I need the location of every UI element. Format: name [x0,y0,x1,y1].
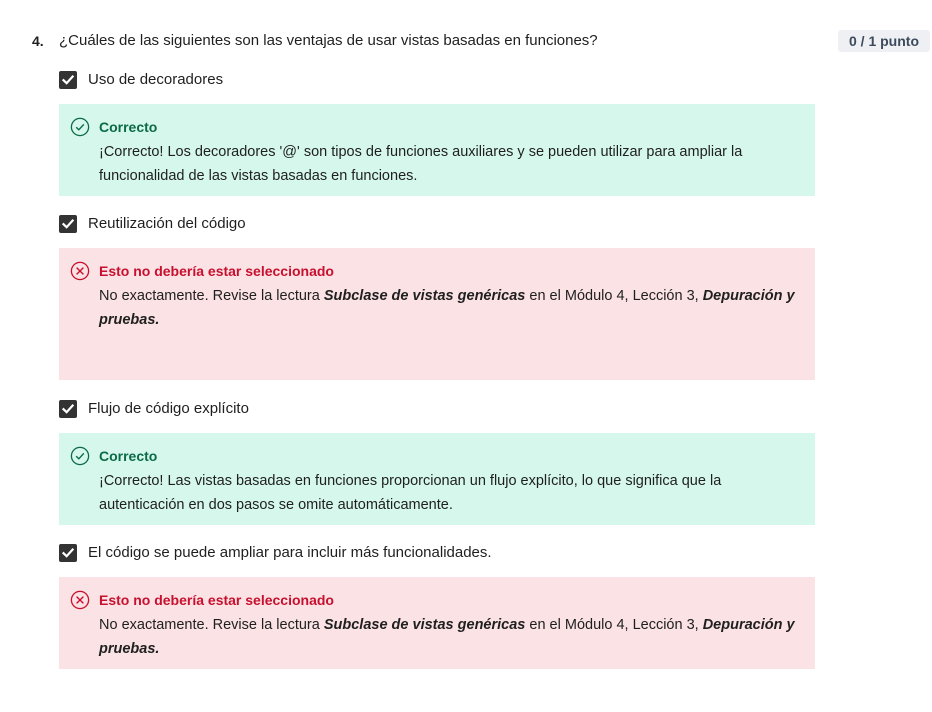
feedback-correct: Correcto ¡Correcto! Las vistas basadas e… [59,433,815,525]
feedback-title: Esto no debería estar seleccionado [99,592,334,608]
check-circle-icon [70,117,90,137]
checkbox[interactable] [59,400,77,418]
option-codigo-ampliable[interactable]: El código se puede ampliar para incluir … [59,543,492,563]
feedback-text: No exactamente. Revise la lectura Subcla… [99,288,795,328]
lecture-link-text: Subclase de vistas genéricas [323,617,526,633]
lecture-link-text: Subclase de vistas genéricas [323,288,526,304]
option-label: Flujo de código explícito [88,400,249,417]
x-circle-icon [70,261,90,281]
feedback-text: No exactamente. Revise la lectura Subcla… [99,617,795,657]
feedback-title: Esto no debería estar seleccionado [99,263,334,279]
option-flujo-de-codigo-explicito[interactable]: Flujo de código explícito [59,399,249,419]
feedback-title: Correcto [99,119,158,135]
feedback-text: ¡Correcto! Los decoradores '@' son tipos… [99,144,743,184]
option-uso-de-decoradores[interactable]: Uso de decoradores [59,70,223,90]
check-circle-icon [70,446,90,466]
option-reutilizacion-del-codigo[interactable]: Reutilización del código [59,214,246,234]
feedback-correct: Correcto ¡Correcto! Los decoradores '@' … [59,104,815,196]
checkmark-icon [61,75,75,85]
checkbox[interactable] [59,71,77,89]
checkmark-icon [61,548,75,558]
score-badge: 0 / 1 punto [838,30,930,52]
checkmark-icon [61,219,75,229]
option-label: Reutilización del código [88,215,246,232]
checkmark-icon [61,404,75,414]
checkbox[interactable] [59,215,77,233]
feedback-incorrect: Esto no debería estar seleccionado No ex… [59,577,815,669]
feedback-incorrect: Esto no debería estar seleccionado No ex… [59,248,815,380]
option-label: Uso de decoradores [88,71,224,88]
x-circle-icon [70,590,90,610]
question-text: ¿Cuáles de las siguientes son las ventaj… [59,32,598,49]
feedback-title: Correcto [99,448,158,464]
quiz-question: 4. ¿Cuáles de las siguientes son las ven… [0,0,932,712]
feedback-text: ¡Correcto! Las vistas basadas en funcion… [99,473,722,513]
question-number: 4. [32,33,44,49]
checkbox[interactable] [59,544,77,562]
option-label: El código se puede ampliar para incluir … [88,544,492,561]
